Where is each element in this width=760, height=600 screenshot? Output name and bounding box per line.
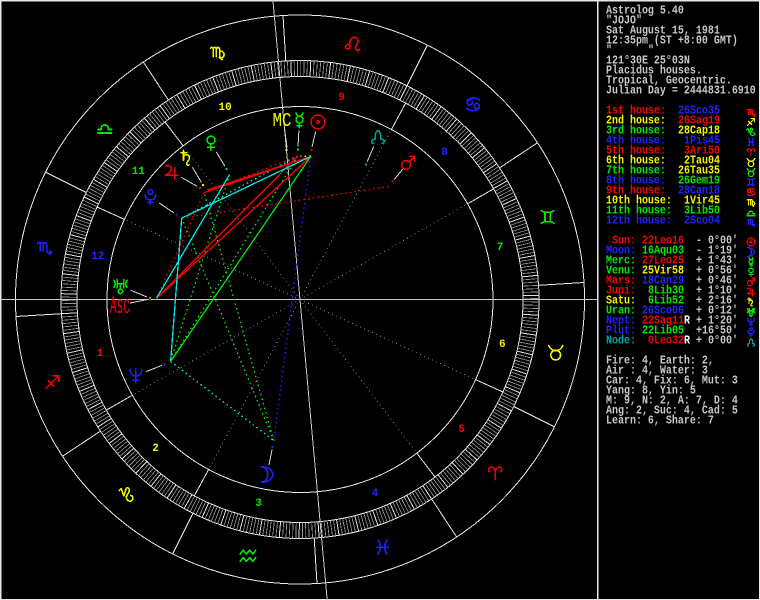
svg-text:2: 2 [152,443,159,455]
svg-text:7: 7 [497,242,504,254]
svg-text:Node: 0Leo32R+ 0°00': Node: 0Leo32R + 0°00' [606,335,738,348]
svg-text:5: 5 [458,424,465,436]
svg-text:10: 10 [218,102,231,114]
svg-text:4: 4 [372,488,379,500]
svg-text:8: 8 [441,147,448,159]
svg-text:1: 1 [97,348,104,360]
svg-text:11: 11 [132,166,146,178]
svg-text:12: 12 [91,251,104,263]
svg-text:3: 3 [255,498,262,510]
svg-text:Julian Day = 2444831.6910: Julian Day = 2444831.6910 [606,85,756,98]
svg-text:Asc: Asc [110,291,130,321]
svg-text:9: 9 [338,92,345,104]
svg-text:MC: MC [273,110,292,132]
svg-text:12:35pm (ST +8:00 GMT): 12:35pm (ST +8:00 GMT) [606,35,738,48]
svg-text:12th house: 2Sco04: 12th house: 2Sco04 [606,215,720,228]
svg-text:6: 6 [499,339,506,351]
svg-text:Learn: 6, Share: 7: Learn: 6, Share: 7 [606,415,714,428]
